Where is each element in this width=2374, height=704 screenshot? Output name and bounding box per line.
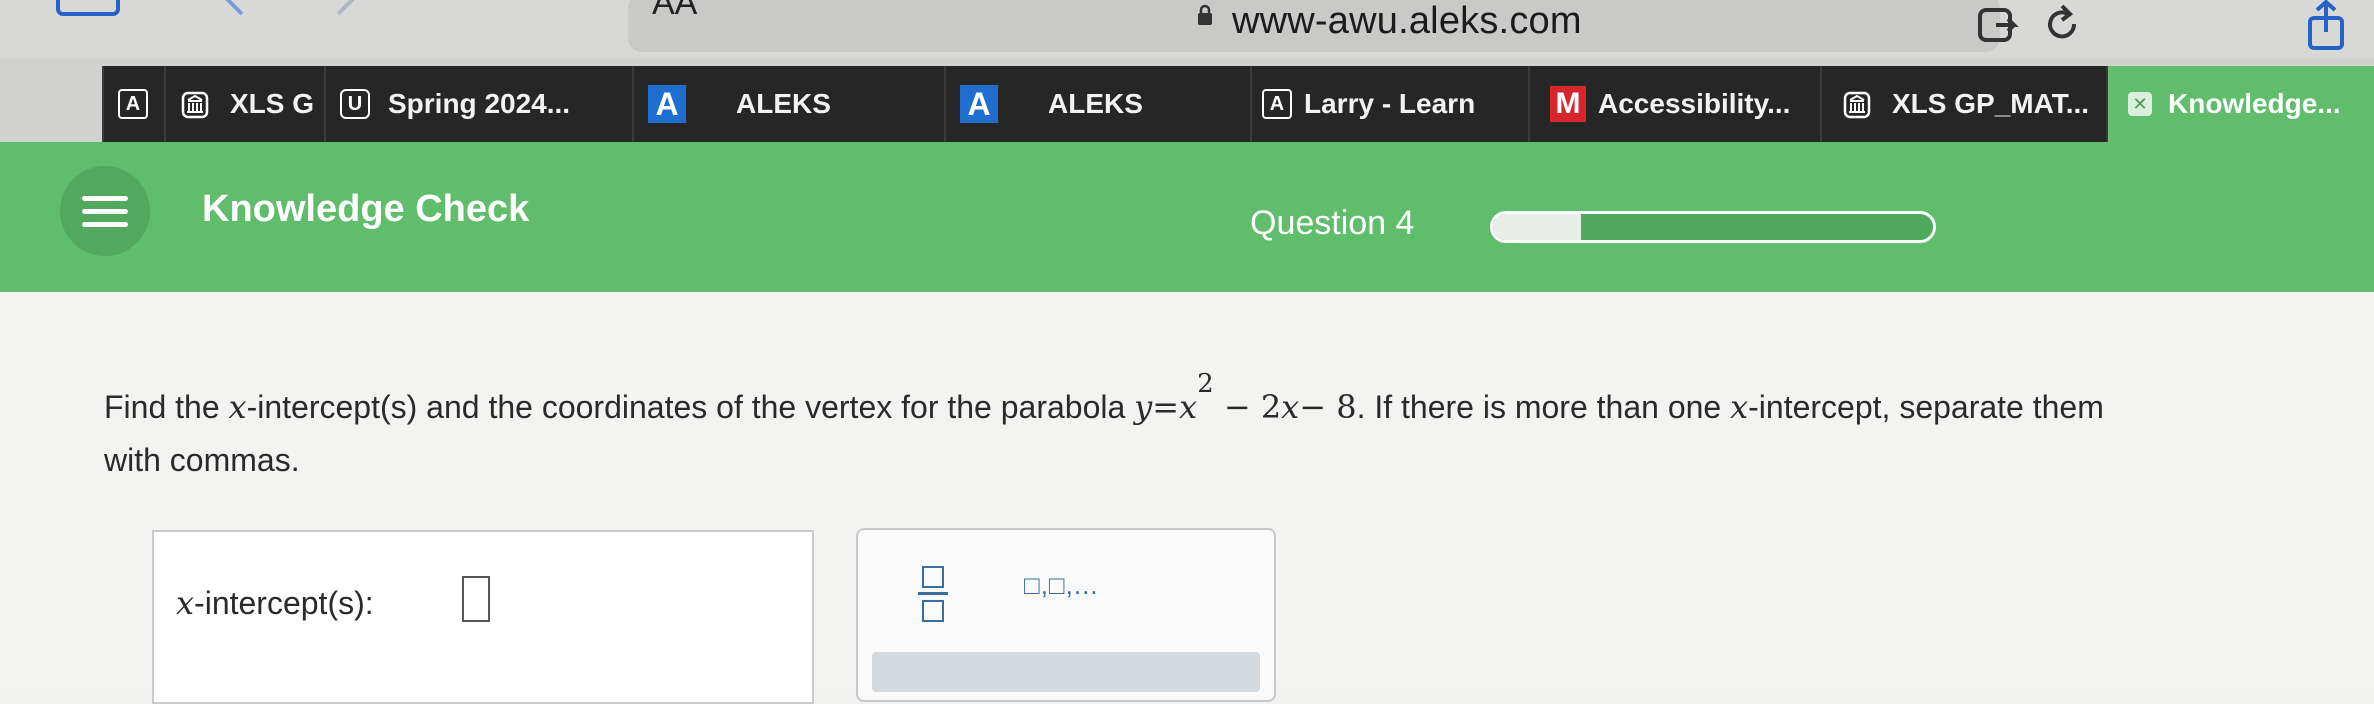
- progress-bar: [1490, 211, 1936, 243]
- url-text: www-awu.aleks.com: [1232, 0, 1582, 42]
- tab-aleks-2[interactable]: A ALEKS: [944, 66, 1252, 142]
- building-icon: [1843, 91, 1871, 119]
- tab-spring-2024[interactable]: U Spring 2024...: [324, 66, 634, 142]
- share-icon[interactable]: [2306, 0, 2346, 52]
- tab-xls-g[interactable]: XLS G: [164, 66, 326, 142]
- fraction-button[interactable]: [918, 564, 948, 624]
- question-number: Question 4: [1250, 204, 1415, 242]
- tab-label: Larry - Learn: [1304, 88, 1476, 119]
- tab-xls-gp-mat[interactable]: XLS GP_MAT...: [1820, 66, 2108, 142]
- tab-label: XLS G: [230, 88, 315, 119]
- tab-label: ALEKS: [1048, 88, 1143, 119]
- x-intercepts-label: x-intercept(s):: [176, 584, 374, 622]
- sidebar-icon[interactable]: [56, 0, 120, 18]
- question-text: Find the x-intercept(s) and the coordina…: [104, 369, 2104, 478]
- lock-icon: [1198, 4, 1212, 25]
- aleks-icon: A: [648, 85, 686, 123]
- progress-fill: [1493, 214, 1581, 240]
- reload-icon[interactable]: [2040, 2, 2084, 46]
- m-icon: M: [1550, 86, 1586, 122]
- hamburger-icon: [82, 196, 128, 201]
- tab-aleks-a[interactable]: A: [102, 66, 166, 142]
- learn-icon: A: [1262, 89, 1292, 119]
- text-size-button[interactable]: AA: [652, 0, 697, 23]
- menu-button[interactable]: [60, 166, 150, 256]
- back-icon[interactable]: [212, 0, 252, 18]
- keypad-action-bar[interactable]: [872, 652, 1260, 692]
- aleks-icon: A: [118, 89, 148, 119]
- x-intercepts-input[interactable]: [462, 576, 490, 622]
- hamburger-icon: [82, 222, 128, 227]
- tab-larry-learn[interactable]: A Larry - Learn: [1250, 66, 1530, 142]
- hamburger-icon: [82, 209, 128, 214]
- page-title: Knowledge Check: [202, 188, 530, 230]
- close-tab-icon[interactable]: ✕: [2128, 92, 2152, 116]
- aleks-icon: A: [960, 85, 998, 123]
- tab-knowledge-check[interactable]: ✕ Knowledge...: [2106, 66, 2374, 142]
- list-button[interactable]: □,□,...: [1024, 570, 1099, 601]
- tab-label: Knowledge...: [2168, 88, 2341, 119]
- tab-label: ALEKS: [736, 88, 831, 119]
- u-icon: U: [340, 89, 370, 119]
- forward-icon[interactable]: [328, 0, 368, 18]
- fraction-bar-icon: [918, 592, 948, 595]
- denominator-box-icon: [922, 600, 944, 622]
- numerator-box-icon: [922, 566, 944, 588]
- extension-icon[interactable]: [1976, 4, 2024, 48]
- tab-label: Spring 2024...: [388, 88, 571, 119]
- tab-aleks-1[interactable]: A ALEKS: [632, 66, 946, 142]
- tab-label: Accessibility...: [1598, 88, 1791, 119]
- tab-label: XLS GP_MAT...: [1892, 88, 2090, 119]
- building-icon: [181, 91, 209, 119]
- tab-accessibility[interactable]: M Accessibility...: [1528, 66, 1822, 142]
